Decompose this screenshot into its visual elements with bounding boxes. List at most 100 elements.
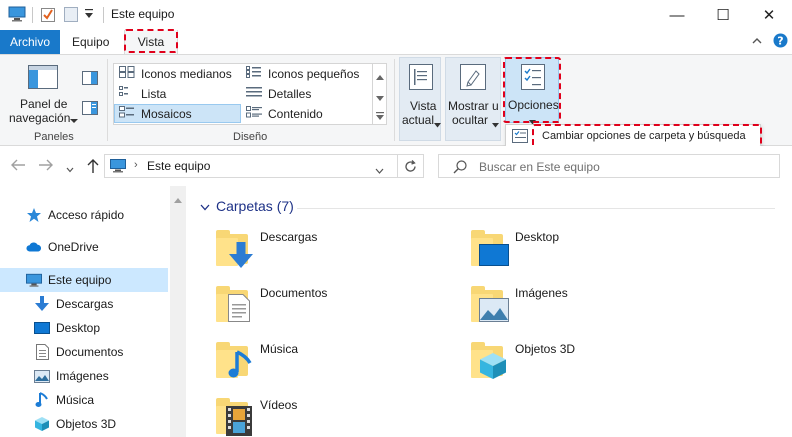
refresh-icon [404,160,417,176]
nav-item-music[interactable]: Música [0,388,168,412]
folder-label: Música [260,342,299,356]
forward-arrow-icon[interactable] [38,158,54,176]
layout-tiles[interactable]: Mosaicos [114,104,241,123]
folder-label: Objetos 3D [515,342,576,356]
scroll-up-icon[interactable] [174,192,182,206]
content-icon [246,106,262,121]
navigation-pane-label-1: Panel de [20,97,68,111]
computer-icon [110,159,126,176]
nav-item-downloads[interactable]: Descargas [0,292,168,316]
show-hide-button[interactable]: Mostrar u ocultar [445,57,501,141]
cloud-icon [26,239,42,255]
group-title: Carpetas (7) [216,198,294,214]
close-button[interactable]: ✕ [746,0,792,30]
music-folder-icon [214,340,256,382]
preview-pane-icon[interactable] [82,71,98,88]
nav-item-pictures[interactable]: Imágenes [0,364,168,388]
gallery-up-icon[interactable] [376,69,384,83]
layout-label: Detalles [268,86,312,101]
nav-label: Este equipo [48,273,112,287]
maximize-button[interactable]: ☐ [700,0,746,30]
show-hide-label-1: Mostrar u [448,99,499,113]
group-label-paneles: Paneles [34,131,74,143]
svg-text:?: ? [777,35,783,48]
layout-details[interactable]: Detalles [242,84,372,103]
nav-label: Música [56,393,95,407]
computer-icon [26,272,42,288]
tab-equipo[interactable]: Equipo [62,30,119,54]
address-bar[interactable]: › Este equipo [104,154,398,178]
folder-label: Documentos [260,286,328,300]
group-label-diseno: Diseño [233,131,268,143]
documents-folder-icon [214,284,256,326]
objects3d-folder-icon [469,340,511,382]
layout-small-icons[interactable]: Iconos pequeños [242,64,372,83]
group-divider [107,59,108,141]
layout-label: Iconos medianos [141,66,232,81]
nav-item-this-pc[interactable]: Este equipo [0,268,168,292]
details-icon [246,86,262,101]
refresh-button[interactable] [398,154,424,178]
menu-item-highlight [532,124,762,148]
download-folder-icon [214,228,256,270]
navigation-pane-icon[interactable] [28,65,58,92]
gallery-down-icon[interactable] [376,90,384,104]
search-placeholder: Buscar en Este equipo [479,160,600,174]
folder-tile-pictures[interactable]: Imágenes [469,284,719,332]
search-input[interactable]: Buscar en Este equipo [438,154,780,178]
minimize-button[interactable]: — [654,0,700,30]
properties-icon[interactable] [40,6,56,24]
tab-archivo[interactable]: Archivo [0,30,61,54]
layout-content[interactable]: Contenido [242,104,372,123]
up-arrow-icon[interactable] [86,158,100,177]
computer-icon [8,6,26,24]
new-folder-icon[interactable] [64,6,78,24]
folders-group-header[interactable]: Carpetas (7) [200,198,294,214]
nav-item-desktop[interactable]: Desktop [0,316,168,340]
folder-tile-music[interactable]: Música [214,340,464,388]
folder-label: Desktop [515,230,560,244]
show-hide-label-2: ocultar [452,113,489,127]
layout-gallery-scrollbar[interactable] [373,63,387,125]
chevron-down-icon[interactable] [70,113,78,127]
chevron-down-icon[interactable] [375,163,384,177]
vertical-scrollbar[interactable] [170,186,186,437]
collapse-ribbon-icon[interactable] [751,35,763,50]
nav-item-quick-access[interactable]: Acceso rápido [0,203,168,227]
folder-label: Imágenes [515,286,568,300]
layout-list[interactable]: Lista [115,84,241,103]
current-view-label-2: actual [402,113,435,127]
gallery-more-icon[interactable] [376,109,384,123]
toolbar-divider [103,7,104,23]
download-icon [34,296,50,312]
image-icon [34,368,50,384]
nav-label: Documentos [56,345,124,359]
customize-quick-access-icon[interactable] [84,8,94,26]
folder-tile-downloads[interactable]: Descargas [214,228,464,276]
nav-item-3d-objects[interactable]: Objetos 3D [0,412,168,436]
recent-locations-icon[interactable] [66,162,74,176]
nav-item-onedrive[interactable]: OneDrive [0,235,168,259]
folder-tile-desktop[interactable]: Desktop [469,228,719,276]
vista-tab-highlight [124,29,178,53]
layout-label: Mosaicos [141,106,192,121]
current-view-button[interactable]: Vista actual [399,57,441,141]
nav-label: Acceso rápido [48,208,125,222]
videos-folder-icon [214,396,256,437]
details-pane-icon[interactable] [82,101,98,118]
layout-gallery: Iconos medianos Iconos pequeños Lista De… [113,63,373,125]
layout-medium-icons[interactable]: Iconos medianos [115,64,241,83]
desktop-folder-icon [469,228,511,270]
back-arrow-icon[interactable] [10,158,26,176]
help-icon[interactable]: ? [773,33,788,51]
layout-label: Lista [141,86,167,101]
cube-icon [34,416,50,432]
folder-tile-videos[interactable]: Vídeos [214,396,464,437]
nav-item-documents[interactable]: Documentos [0,340,168,364]
star-icon [26,207,42,223]
group-divider [394,59,395,141]
music-icon [34,392,50,408]
folder-tile-3d-objects[interactable]: Objetos 3D [469,340,719,388]
folder-tile-documents[interactable]: Documentos [214,284,464,332]
layout-label: Iconos pequeños [268,66,360,81]
